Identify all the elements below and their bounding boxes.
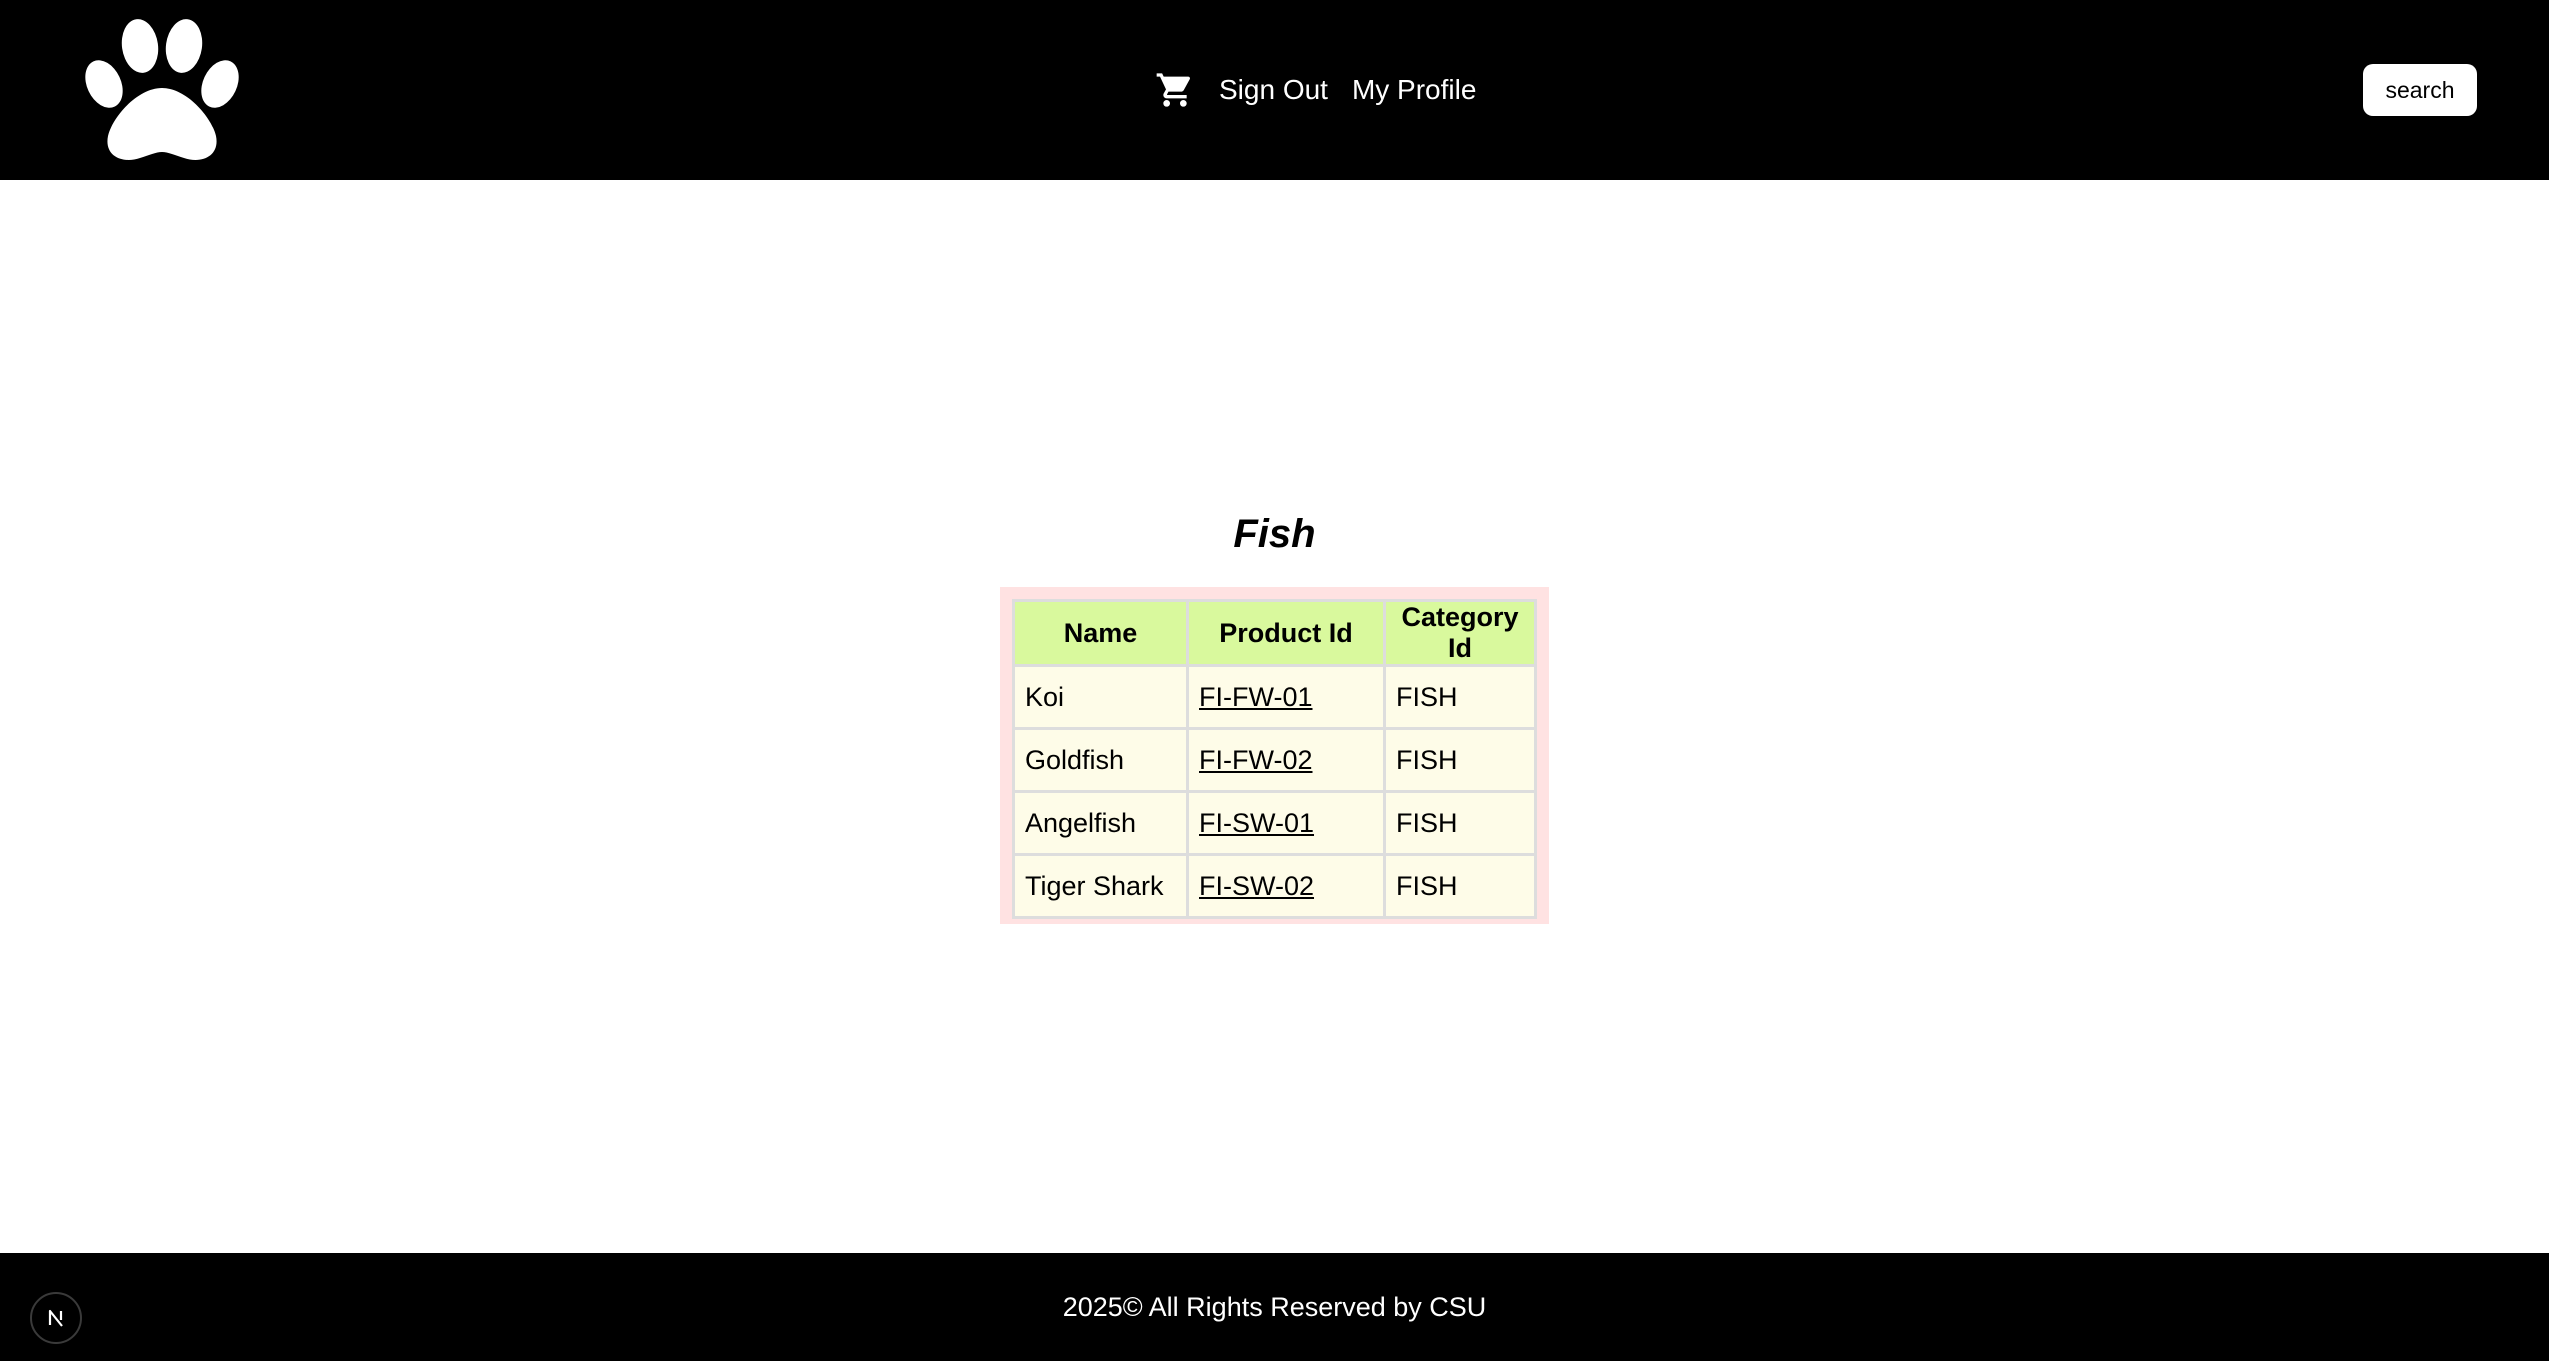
product-table-frame: Name Product Id Category Id Koi FI-FW-01… <box>1000 587 1549 924</box>
my-profile-link[interactable]: My Profile <box>1352 74 1476 106</box>
column-header-category-id: Category Id <box>1383 599 1537 667</box>
paw-icon[interactable] <box>82 18 242 163</box>
product-id-cell: FI-FW-02 <box>1186 727 1386 793</box>
product-id-cell: FI-SW-02 <box>1186 853 1386 919</box>
table-row: Angelfish FI-SW-01 FISH <box>1012 790 1537 856</box>
table-row: Koi FI-FW-01 FISH <box>1012 664 1537 730</box>
site-footer: 2025© All Rights Reserved by CSU <box>0 1253 2549 1361</box>
column-header-product-id: Product Id <box>1186 599 1386 667</box>
product-id-cell: FI-FW-01 <box>1186 664 1386 730</box>
product-name-cell: Koi <box>1012 664 1189 730</box>
main-nav: Sign Out My Profile <box>1155 66 1476 114</box>
category-id-cell: FISH <box>1383 727 1537 793</box>
product-id-link[interactable]: FI-FW-02 <box>1199 745 1313 775</box>
copyright-text: 2025© All Rights Reserved by CSU <box>1062 1292 1487 1322</box>
cart-icon[interactable] <box>1155 70 1195 110</box>
site-header: Sign Out My Profile search <box>0 0 2549 180</box>
category-id-cell: FISH <box>1383 664 1537 730</box>
table-header-row: Name Product Id Category Id <box>1012 599 1537 667</box>
category-id-cell: FISH <box>1383 853 1537 919</box>
page-title: Fish <box>1233 512 1316 556</box>
search-button[interactable]: search <box>2363 64 2477 116</box>
table-row: Goldfish FI-FW-02 FISH <box>1012 727 1537 793</box>
product-name-cell: Tiger Shark <box>1012 853 1189 919</box>
table-row: Tiger Shark FI-SW-02 FISH <box>1012 853 1537 919</box>
product-id-cell: FI-SW-01 <box>1186 790 1386 856</box>
product-id-link[interactable]: FI-SW-01 <box>1199 808 1314 838</box>
sign-out-link[interactable]: Sign Out <box>1219 74 1328 106</box>
product-id-link[interactable]: FI-FW-01 <box>1199 682 1313 712</box>
n-glyph-icon <box>48 1309 63 1327</box>
product-name-cell: Angelfish <box>1012 790 1189 856</box>
product-id-link[interactable]: FI-SW-02 <box>1199 871 1314 901</box>
category-id-cell: FISH <box>1383 790 1537 856</box>
nextjs-icon[interactable] <box>30 1292 82 1344</box>
product-table: Name Product Id Category Id Koi FI-FW-01… <box>1012 599 1537 919</box>
column-header-name: Name <box>1012 599 1189 667</box>
product-name-cell: Goldfish <box>1012 727 1189 793</box>
